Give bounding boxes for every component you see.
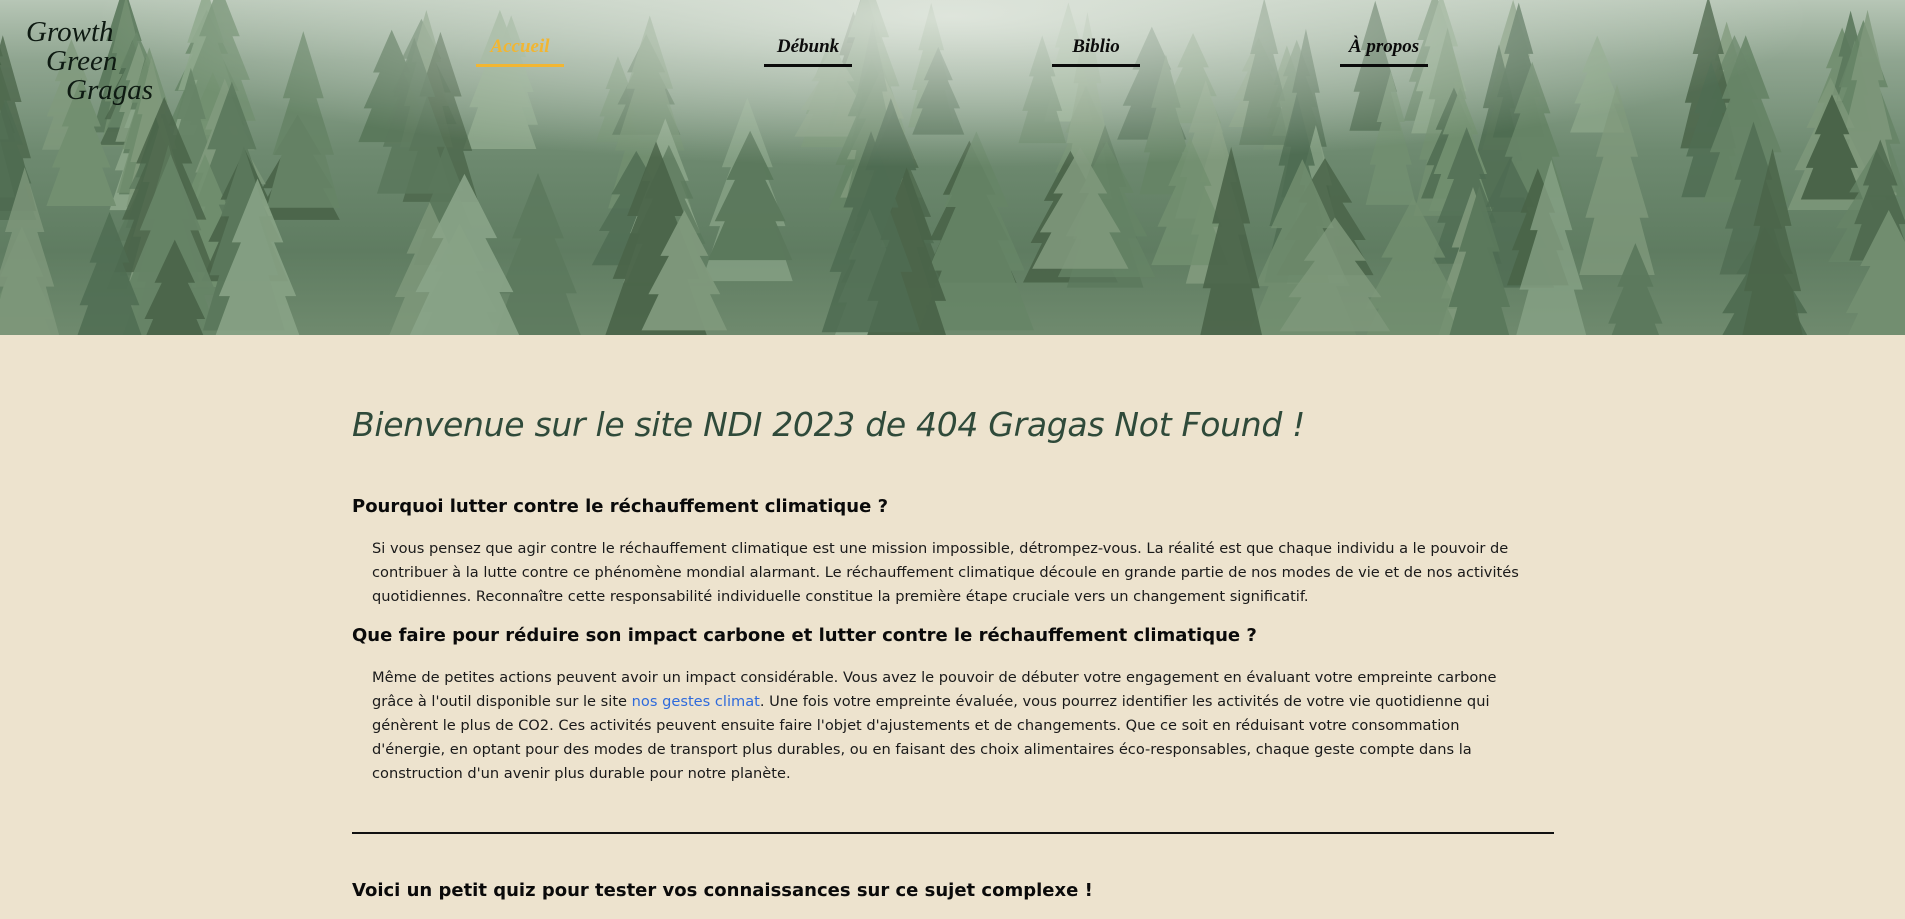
main-nav: Accueil Débunk Biblio À propos xyxy=(0,0,1905,80)
section-divider xyxy=(352,832,1554,834)
nos-gestes-climat-link[interactable]: nos gestes climat xyxy=(632,693,760,710)
nav-item-accueil[interactable]: Accueil xyxy=(476,36,564,67)
hero-banner: Growth Green Gragas Accueil Débunk Bibli… xyxy=(0,0,1905,335)
quiz-heading: Voici un petit quiz pour tester vos conn… xyxy=(352,880,1093,901)
section-heading-why: Pourquoi lutter contre le réchauffement … xyxy=(352,496,889,517)
section-heading-what: Que faire pour réduire son impact carbon… xyxy=(352,625,1257,646)
nav-item-debunk[interactable]: Débunk xyxy=(764,36,852,67)
logo-line-3: Gragas xyxy=(66,74,154,106)
section-text-why: Si vous pensez que agir contre le réchau… xyxy=(372,540,1519,605)
main-content: Bienvenue sur le site NDI 2023 de 404 Gr… xyxy=(352,335,1554,901)
section-text-what: Même de petites actions peuvent avoir un… xyxy=(372,666,1532,786)
nav-item-biblio[interactable]: Biblio xyxy=(1052,36,1140,67)
nav-item-a-propos[interactable]: À propos xyxy=(1340,36,1428,67)
page-title: Bienvenue sur le site NDI 2023 de 404 Gr… xyxy=(352,405,1306,444)
